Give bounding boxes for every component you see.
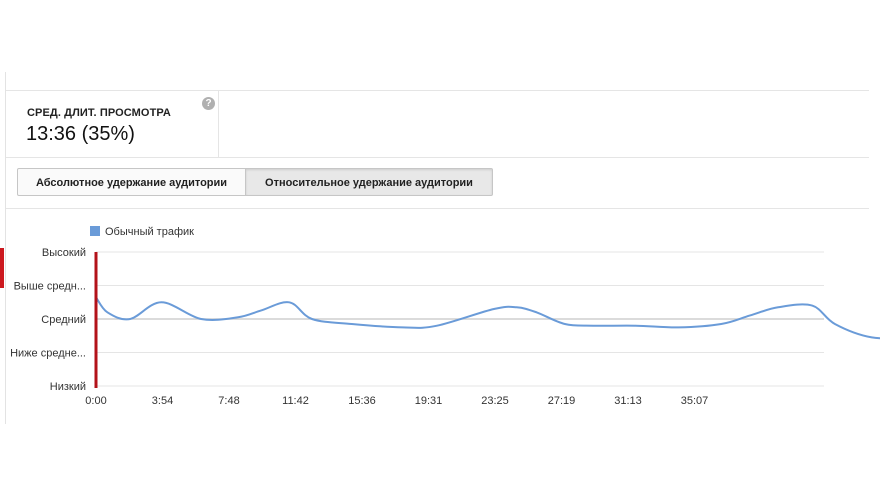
x-tick-label: 7:48	[218, 395, 239, 407]
x-tick-label: 11:42	[282, 395, 309, 407]
legend-label-regular-traffic: Обычный трафик	[105, 226, 194, 238]
y-tick-label: Ниже средне...	[10, 348, 86, 360]
metric-label: СРЕД. ДЛИТ. ПРОСМОТРА	[27, 107, 171, 119]
x-tick-label: 3:54	[152, 395, 173, 407]
tab-absolute-retention[interactable]: Абсолютное удержание аудитории	[17, 168, 246, 196]
metric-value: 13:36 (35%)	[26, 123, 135, 145]
x-axis-labels: 0:00 3:54 7:48 11:42 15:36 19:31 23:25 27:19 31:…	[85, 395, 708, 407]
legend: Обычный трафик	[90, 226, 194, 238]
analytics-page: СРЕД. ДЛИТ. ПРОСМОТРА 13:36 (35%) ? Абсо…	[0, 0, 880, 500]
retention-chart[interactable]: Низкий Ниже средне... Средний Выше средн...…	[0, 210, 880, 420]
series-line-regular-traffic	[95, 296, 880, 340]
x-tick-label: 31:13	[614, 395, 642, 407]
x-tick-label: 27:19	[548, 395, 576, 407]
help-icon[interactable]: ?	[202, 97, 215, 110]
y-tick-label: Выше средн...	[14, 281, 86, 293]
y-tick-label: Высокий	[42, 247, 86, 259]
legend-swatch-regular-traffic	[90, 226, 100, 236]
metric-row: СРЕД. ДЛИТ. ПРОСМОТРА 13:36 (35%) ?	[6, 90, 869, 158]
x-tick-label: 0:00	[85, 395, 106, 407]
avg-view-duration-card[interactable]: СРЕД. ДЛИТ. ПРОСМОТРА 13:36 (35%) ?	[6, 91, 219, 157]
series-layer	[95, 296, 880, 340]
y-axis-labels: Низкий Ниже средне... Средний Выше средн...…	[10, 247, 86, 393]
x-tick-label: 15:36	[348, 395, 376, 407]
y-tick-label: Низкий	[50, 381, 86, 393]
retention-tabs: Абсолютное удержание аудитории Относител…	[6, 156, 869, 209]
x-tick-label: 19:31	[415, 395, 443, 407]
y-tick-label: Средний	[41, 314, 86, 326]
x-tick-label: 23:25	[481, 395, 509, 407]
tab-relative-retention[interactable]: Относительное удержание аудитории	[246, 168, 493, 196]
x-tick-label: 35:07	[681, 395, 709, 407]
